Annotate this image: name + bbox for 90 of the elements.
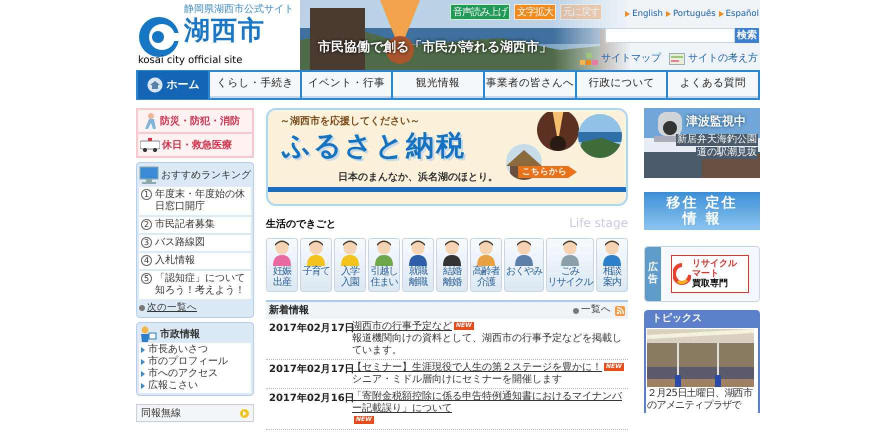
banner-tagline: ～湖西市を応援してください～ [280,114,420,129]
bullet-icon [573,308,579,314]
search-button[interactable]: 検索 [735,28,759,43]
news-link[interactable]: 湖西市の行事予定など [352,321,452,333]
document-icon [669,52,685,64]
swirl-icon [673,263,691,285]
topics-title: トピックス [651,312,703,326]
site-link[interactable]: サイトマップ [580,51,661,66]
play-icon [240,408,249,418]
place-label: 道の駅潮見坂 [696,147,758,159]
city-info-link[interactable]: 市へのアクセス [139,368,251,380]
life-stage-tile[interactable]: 就職 離職 [402,238,434,292]
sponsor-tagline: 買取専門 [692,279,729,289]
search-field[interactable] [605,28,735,43]
ranking-item[interactable]: 4 入札情報 [139,253,251,269]
person-icon [406,240,430,266]
news-description: シニア・ミドル層向けにセミナーを開催します [352,374,563,386]
nav-tab[interactable]: 行政について [576,72,666,98]
more-link[interactable]: 次の一覧へ [139,301,251,316]
person-icon [270,240,294,266]
ad-label: 広告 [645,247,661,301]
life-stage-tile[interactable]: 結婚 離婚 [436,238,468,292]
nav-tab[interactable]: イベント・行事 [302,72,392,98]
life-stage-tile[interactable]: 妊娠 出産 [266,238,298,292]
life-stage-tile[interactable]: 高齢者 介護 [470,238,502,292]
life-stage-tile[interactable]: おくやみ [504,238,544,292]
person-icon [600,240,624,266]
monitor-icon [139,166,159,184]
furusato-banner[interactable]: ～湖西市を応援してください～ ふるさと納税 日本のまんなか、浜名湖のほとり。 こちらから [266,108,628,206]
ad-banner[interactable]: リサイクル マート 買取専門 [671,255,749,293]
life-stage-tile[interactable]: 子育て [300,238,332,292]
arrow-icon [625,11,630,18]
banner-title: ふるさと納税 [282,128,466,164]
home-icon [146,77,162,93]
site-label: kosai city official site [138,54,244,68]
person-icon [372,240,396,266]
language-link[interactable]: English [625,8,663,21]
life-stage-tile[interactable]: 引越し 住まい [368,238,400,292]
topics-caption: ２月25日土曜日、湖西市のアメニティプラザで [647,388,754,412]
nav-tab[interactable]: ホーム [138,71,208,99]
news-link[interactable]: 「寄附金税額控除に係る申告特例通知書におけるマイナンバー記載誤り」について [352,391,627,415]
arrow-icon [666,11,671,18]
emergency-button[interactable]: 休日・救急医療 [138,134,252,156]
banner-text: 移住 定住 [666,195,738,211]
city-info-title: 市政情報 [160,327,200,342]
nav-tab[interactable]: 観光情報 [393,72,484,98]
arrow-icon [718,11,724,18]
rss-icon [615,306,625,316]
ranking-item[interactable]: 1 年度末・年度始の休日窓口開庁 [139,187,251,215]
sponsor-name: マート [692,269,719,279]
banner-text: 情 報 [682,211,722,227]
tsunami-title: 津波監視中 [686,113,746,130]
person-icon [440,240,464,266]
broadcast-link[interactable]: 同報無線 [136,404,254,422]
more-link[interactable]: 一覧へ [573,303,611,318]
sponsor-name: リサイクル [692,259,737,269]
city-info-link[interactable]: 広報こさい [139,380,251,392]
section-subtitle: Life stage [569,215,628,232]
life-stage-tile[interactable]: 入学 入園 [334,238,366,292]
city-name: 湖西市 [184,16,266,46]
banner-subtitle: 日本のまんなか、浜名湖のほとり。 [338,170,498,185]
tsunami-banner[interactable]: 津波監視中 新居弁天海釣公園 道の駅潮見坂 [644,108,760,178]
person-icon [338,240,362,266]
news-description: 報道機関向けの資料として、湖西市の行事予定などを掲載しています。 [352,333,623,357]
news-link[interactable]: 【セミナー】生涯現役で人生の第２ステージを豊かに！ [352,362,602,374]
life-stage-tile[interactable]: ごみ リサイクル [546,238,594,292]
person-icon [304,240,328,266]
site-link[interactable]: サイトの考え方 [669,51,758,66]
ranking-item[interactable]: 3 バス路線図 [139,235,251,251]
person-icon [474,240,498,266]
bullet-icon [139,305,145,312]
nav-tab[interactable]: くらし・手続き [210,72,300,98]
tool-button[interactable]: 音声読み上げ [450,4,510,20]
emergency-button[interactable]: 防災・防犯・消防 [138,110,252,132]
nav-tab[interactable]: よくある質問 [668,72,758,98]
nav-tab[interactable]: 事業者の皆さんへ [485,72,575,98]
section-title: 生活のできごと [266,218,336,232]
ranking-title: おすすめランキング [161,168,251,182]
language-link[interactable]: Español [718,8,759,21]
place-label: 新居弁天海釣公園 [676,134,758,146]
prefecture-label: 静岡県湖西市公式サイト [184,4,294,16]
news-title: 新着情報 [269,303,309,318]
ambulance-icon [140,138,160,152]
life-stage-tile[interactable]: 相談 案内 [596,238,628,292]
sitemap-icon [580,52,598,64]
city-info-link[interactable]: 市長あいさつ [139,344,251,356]
language-link[interactable]: Português [666,8,716,21]
ranking-item[interactable]: 2 市民記者募集 [139,217,251,233]
city-info-link[interactable]: 市のプロフィール [139,356,251,368]
ranking-item[interactable]: 5 「認知症」について知ろう！考えよう！ [139,271,251,299]
